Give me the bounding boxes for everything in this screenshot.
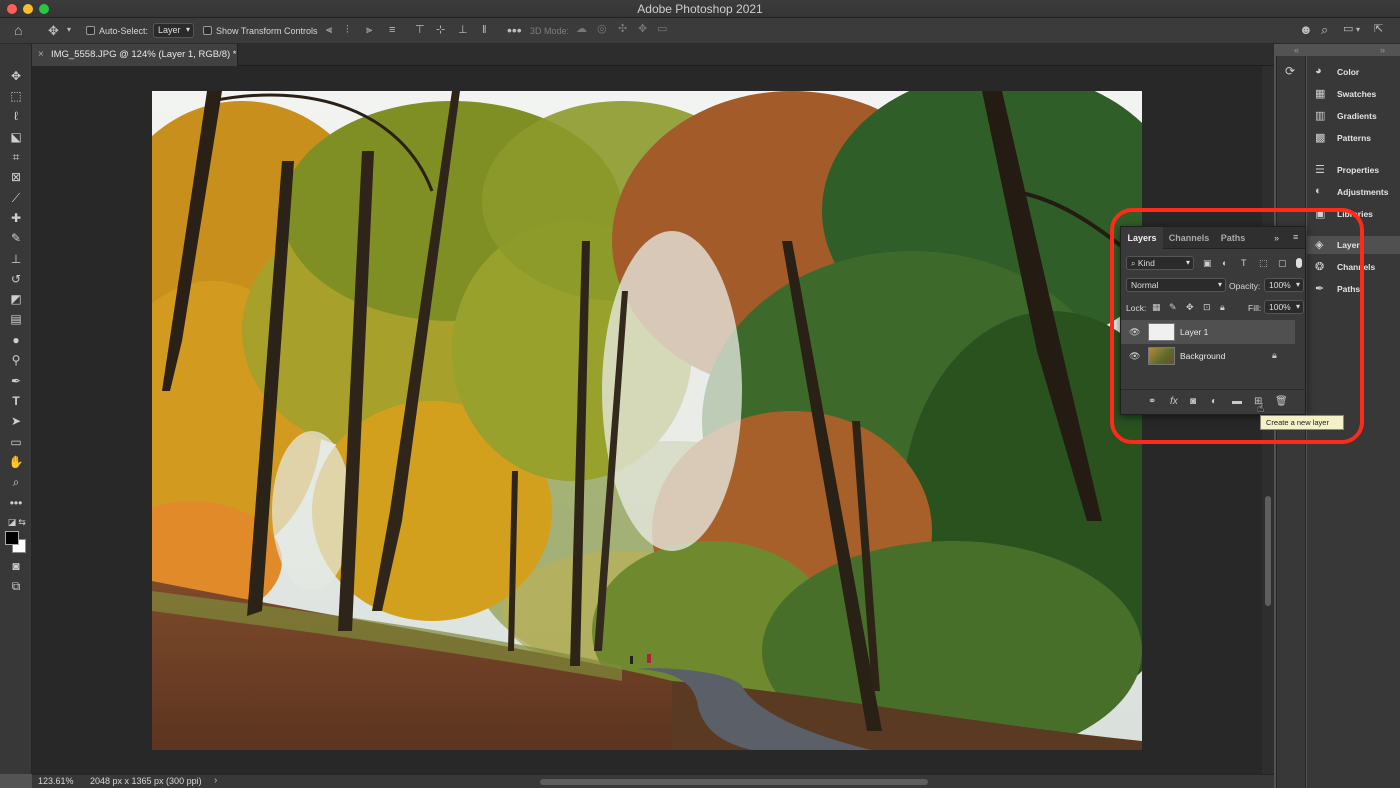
type-tool-icon[interactable]: T — [7, 393, 25, 409]
healing-brush-tool-icon[interactable]: ✚ — [7, 210, 25, 226]
object-select-tool-icon[interactable]: ⬕ — [7, 129, 25, 145]
gradient-tool-icon[interactable]: ▤ — [7, 311, 25, 327]
panel-item-patterns[interactable]: ▩ Patterns — [1313, 129, 1399, 147]
chevron-down-icon[interactable]: ▾ — [1356, 26, 1360, 34]
auto-select-value: Layer — [158, 25, 181, 35]
sliders-icon: ☰ — [1315, 164, 1325, 176]
panel-item-label: Swatches — [1337, 89, 1377, 99]
swatches-grid-icon: ▦ — [1315, 88, 1326, 100]
panel-item-label: Color — [1337, 67, 1360, 77]
eyedropper-tool-icon[interactable]: ⟋ — [7, 190, 25, 206]
panel-item-gradients[interactable]: ▥ Gradients — [1313, 107, 1399, 125]
title-bar: Adobe Photoshop 2021 — [0, 0, 1400, 18]
3d-roll-icon[interactable]: ◎ — [597, 24, 607, 35]
document-tab[interactable]: × IMG_5558.JPG @ 124% (Layer 1, RGB/8) * — [32, 44, 238, 66]
collapse-dock-icon[interactable]: » — [1380, 45, 1385, 55]
align-bottom-icon[interactable]: ⊥ — [458, 25, 468, 36]
move-tool-icon[interactable]: ✥ — [48, 24, 59, 37]
align-middle-icon[interactable]: ⊹ — [436, 25, 445, 36]
history-brush-tool-icon[interactable]: ↺ — [7, 271, 25, 287]
lasso-tool-icon[interactable]: ℓ — [7, 108, 25, 124]
crop-tool-icon[interactable]: ⌗ — [7, 149, 25, 165]
3d-orbit-icon[interactable]: ☁ — [576, 24, 587, 35]
chevron-down-icon[interactable]: ▾ — [67, 26, 71, 34]
auto-select-dropdown[interactable]: Layer ▾ — [153, 23, 194, 38]
document-info: 2048 px x 1365 px (300 ppi) — [90, 776, 202, 786]
3d-pan-icon[interactable]: ✣ — [618, 24, 627, 35]
move-tool-icon[interactable]: ✥ — [7, 68, 25, 84]
patterns-grid-icon: ▩ — [1315, 132, 1326, 144]
chevron-right-icon[interactable]: › — [214, 775, 217, 786]
clone-stamp-tool-icon[interactable]: ⊥ — [7, 251, 25, 267]
distribute-vertical-icon[interactable]: ‖ — [482, 25, 487, 36]
chevron-down-icon: ▾ — [185, 25, 190, 34]
path-select-tool-icon[interactable]: ➤ — [7, 413, 25, 429]
adjustments-circle-icon: ◐ — [1315, 185, 1322, 197]
show-transform-label: Show Transform Controls — [216, 26, 318, 36]
horizontal-scroll-thumb[interactable] — [540, 779, 928, 785]
align-left-icon[interactable]: ⫷ — [326, 25, 332, 36]
align-top-icon[interactable]: ⊤ — [415, 25, 425, 36]
frame-tool-icon[interactable]: ⊠ — [7, 169, 25, 185]
window-title: Adobe Photoshop 2021 — [637, 2, 763, 16]
brush-tool-icon[interactable]: ✎ — [7, 230, 25, 246]
options-bar: ⌂ ✥ ▾ Auto-Select: Layer ▾ Show Transform… — [0, 18, 1400, 44]
dodge-tool-icon[interactable]: ⚲ — [7, 352, 25, 368]
document-image[interactable] — [152, 91, 1142, 750]
show-transform-checkbox[interactable] — [203, 26, 212, 35]
panel-item-swatches[interactable]: ▦ Swatches — [1313, 85, 1399, 103]
zoom-level[interactable]: 123.61% — [38, 776, 74, 786]
quick-mask-icon[interactable]: ◙ — [7, 558, 25, 574]
panel-item-properties[interactable]: ☰ Properties — [1313, 161, 1399, 179]
3d-scale-icon[interactable]: ▭ — [657, 24, 667, 35]
home-icon[interactable]: ⌂ — [14, 23, 22, 37]
eraser-tool-icon[interactable]: ◩ — [7, 291, 25, 307]
vertical-scroll-thumb[interactable] — [1265, 496, 1271, 606]
gradient-icon: ▥ — [1315, 110, 1326, 122]
document-tab-label: IMG_5558.JPG @ 124% (Layer 1, RGB/8) * — [51, 49, 237, 60]
tools-panel: ✥ ⬚ ℓ ⬕ ⌗ ⊠ ⟋ ✚ ✎ ⊥ ↺ ◩ ▤ ● ⚲ ✒ T ➤ ▭ ✋ … — [0, 44, 32, 774]
3d-slide-icon[interactable]: ✥ — [638, 24, 647, 35]
collapse-panel-icon[interactable]: « — [1294, 45, 1299, 55]
screen-mode-icon[interactable]: ⧉ — [7, 578, 25, 594]
workspace-icon[interactable]: ▭ — [1343, 24, 1353, 35]
swap-colors-icon[interactable]: ⇆ — [13, 514, 31, 530]
mouse-cursor-icon: ☝ — [1257, 401, 1265, 415]
search-icon[interactable]: ⌕ — [1321, 23, 1328, 36]
panel-item-label: Gradients — [1337, 111, 1377, 121]
3d-mode-label: 3D Mode: — [530, 26, 570, 36]
align-center-icon[interactable]: ⫶ — [346, 25, 349, 36]
color-wheel-icon: ◕ — [1315, 65, 1322, 77]
status-bar: 123.61% 2048 px x 1365 px (300 ppi) › — [32, 774, 1274, 788]
account-icon[interactable]: ☻ — [1299, 23, 1313, 36]
panel-item-label: Properties — [1337, 165, 1380, 175]
panel-item-color[interactable]: ◕ Color — [1313, 63, 1399, 81]
share-icon[interactable]: ⇱ — [1374, 24, 1383, 35]
zoom-tool-icon[interactable]: ⌕ — [7, 474, 25, 490]
autumn-forest-photo — [152, 91, 1142, 750]
close-tab-icon[interactable]: × — [38, 49, 44, 60]
history-panel-icon[interactable]: ⟳ — [1285, 64, 1295, 78]
blur-tool-icon[interactable]: ● — [7, 332, 25, 348]
rectangle-tool-icon[interactable]: ▭ — [7, 434, 25, 450]
edit-toolbar-icon[interactable]: ••• — [7, 495, 25, 511]
align-right-icon[interactable]: ⫸ — [366, 25, 372, 36]
foreground-color-swatch[interactable] — [5, 531, 19, 545]
distribute-icon[interactable]: ≡ — [389, 25, 395, 36]
marquee-tool-icon[interactable]: ⬚ — [7, 88, 25, 104]
auto-select-label: Auto-Select: — [99, 26, 149, 36]
auto-select-checkbox[interactable] — [86, 26, 95, 35]
more-options-icon[interactable]: ••• — [507, 23, 522, 37]
highlight-annotation — [1110, 208, 1364, 444]
document-tab-bar: × IMG_5558.JPG @ 124% (Layer 1, RGB/8) * — [32, 44, 1274, 66]
hand-tool-icon[interactable]: ✋ — [7, 454, 25, 470]
panel-item-label: Patterns — [1337, 133, 1372, 143]
panel-item-adjustments[interactable]: ◐ Adjustments — [1313, 183, 1399, 201]
pen-tool-icon[interactable]: ✒ — [7, 373, 25, 389]
panel-item-label: Adjustments — [1337, 187, 1389, 197]
